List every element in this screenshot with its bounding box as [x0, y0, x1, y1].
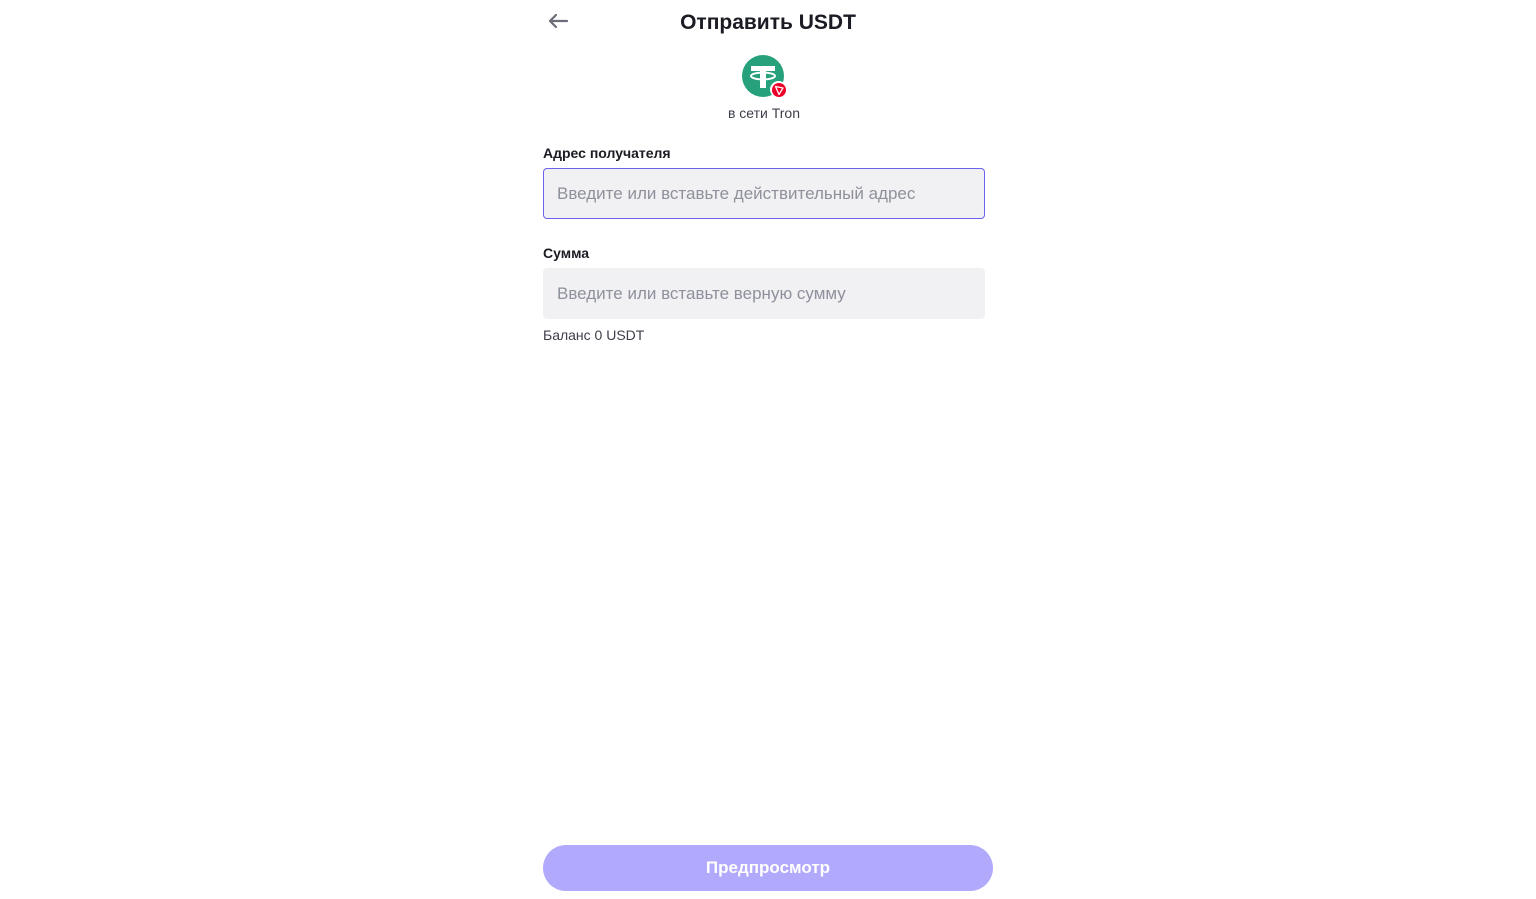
- send-usdt-page: Отправить USDT в сети Tron Адрес получат…: [0, 0, 1536, 899]
- balance-text: Баланс 0 USDT: [543, 327, 645, 343]
- amount-label: Сумма: [543, 245, 590, 261]
- recipient-address-input[interactable]: [543, 168, 985, 219]
- arrow-left-icon: [547, 13, 569, 34]
- amount-input[interactable]: [543, 268, 985, 319]
- usdt-tron-logo: [742, 55, 787, 99]
- preview-button[interactable]: Предпросмотр: [543, 845, 993, 891]
- network-label: в сети Tron: [727, 105, 801, 121]
- tron-icon: [770, 81, 787, 98]
- page-title: Отправить USDT: [680, 11, 856, 34]
- recipient-address-label: Адрес получателя: [543, 145, 671, 161]
